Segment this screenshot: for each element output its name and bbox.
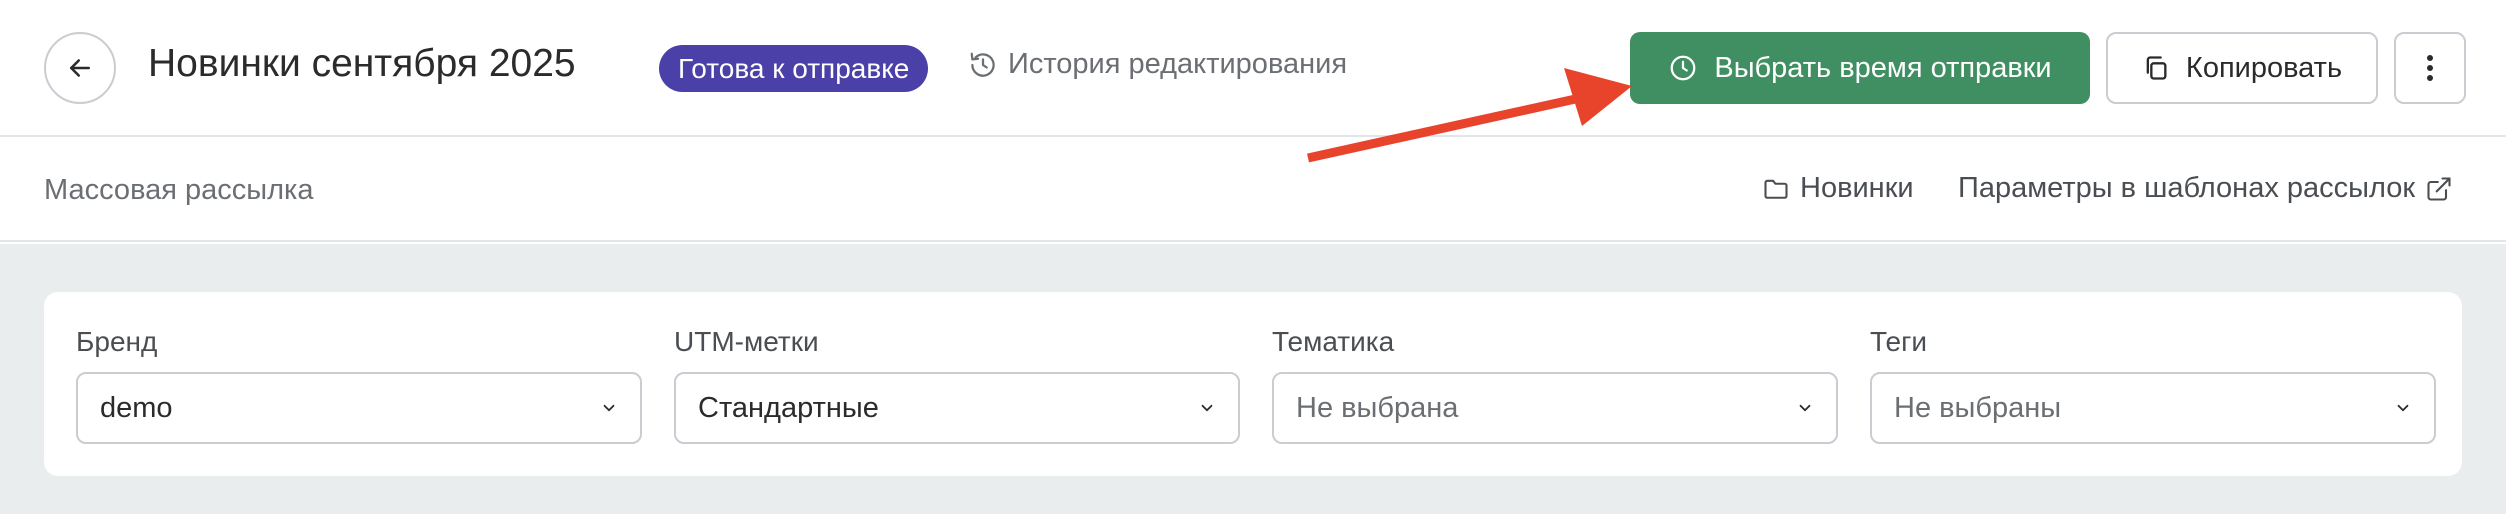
vertical-dots-icon bbox=[2425, 53, 2435, 83]
chevron-down-icon bbox=[600, 399, 618, 417]
page-title: Новинки сентября 2025 bbox=[148, 42, 576, 85]
filters-card: Бренд demo UTM-метки Стандартные Тематик… bbox=[44, 292, 2462, 476]
history-link[interactable]: История редактирования bbox=[968, 48, 1347, 81]
copy-button-label: Копировать bbox=[2185, 51, 2343, 84]
folder-icon bbox=[1762, 175, 1790, 203]
topic-select[interactable]: Не выбрана bbox=[1272, 372, 1838, 444]
back-button[interactable] bbox=[44, 32, 116, 104]
template-params-link-label: Параметры в шаблонах рассылок bbox=[1958, 172, 2416, 204]
subheader-bar: Массовая рассылка Новинки Параметры в ша… bbox=[0, 139, 2506, 242]
topic-field-label: Тематика bbox=[1272, 326, 1395, 357]
topic-field: Тематика Не выбрана bbox=[1272, 326, 1838, 444]
folder-link[interactable]: Новинки bbox=[1762, 172, 1914, 205]
history-link-label: История редактирования bbox=[1008, 48, 1348, 80]
utm-field-label: UTM-метки bbox=[674, 326, 819, 357]
chevron-down-icon bbox=[2394, 399, 2412, 417]
external-link-icon bbox=[2425, 175, 2453, 203]
tags-field: Теги Не выбраны bbox=[1870, 326, 2436, 444]
mailing-type-label: Массовая рассылка bbox=[44, 174, 314, 206]
chevron-down-icon bbox=[1198, 399, 1216, 417]
chevron-down-icon bbox=[1796, 399, 1814, 417]
copy-icon bbox=[2142, 54, 2170, 82]
page-header: Новинки сентября 2025 Готова к отправке … bbox=[0, 0, 2506, 137]
folder-link-label: Новинки bbox=[1800, 172, 1914, 204]
copy-button[interactable]: Копировать bbox=[2106, 32, 2378, 104]
brand-field: Бренд demo bbox=[76, 326, 642, 444]
tags-select[interactable]: Не выбраны bbox=[1870, 372, 2436, 444]
tags-field-label: Теги bbox=[1870, 326, 1927, 357]
schedule-send-button[interactable]: Выбрать время отправки bbox=[1630, 32, 2090, 104]
tags-select-value: Не выбраны bbox=[1894, 391, 2062, 424]
brand-select[interactable]: demo bbox=[76, 372, 642, 444]
arrow-left-icon bbox=[65, 53, 95, 83]
history-clock-icon bbox=[968, 50, 998, 80]
topic-select-value: Не выбрана bbox=[1296, 391, 1459, 424]
status-badge: Готова к отправке bbox=[659, 45, 929, 92]
utm-select-value: Стандартные bbox=[698, 391, 879, 424]
utm-select[interactable]: Стандартные bbox=[674, 372, 1240, 444]
template-params-link[interactable]: Параметры в шаблонах рассылок bbox=[1958, 172, 2453, 205]
more-options-button[interactable] bbox=[2394, 32, 2466, 104]
content-area: Бренд demo UTM-метки Стандартные Тематик… bbox=[0, 244, 2506, 514]
brand-field-label: Бренд bbox=[76, 326, 158, 357]
utm-field: UTM-метки Стандартные bbox=[674, 326, 1240, 444]
brand-select-value: demo bbox=[100, 391, 173, 424]
clock-icon bbox=[1668, 53, 1698, 83]
schedule-send-button-label: Выбрать время отправки bbox=[1714, 51, 2052, 84]
